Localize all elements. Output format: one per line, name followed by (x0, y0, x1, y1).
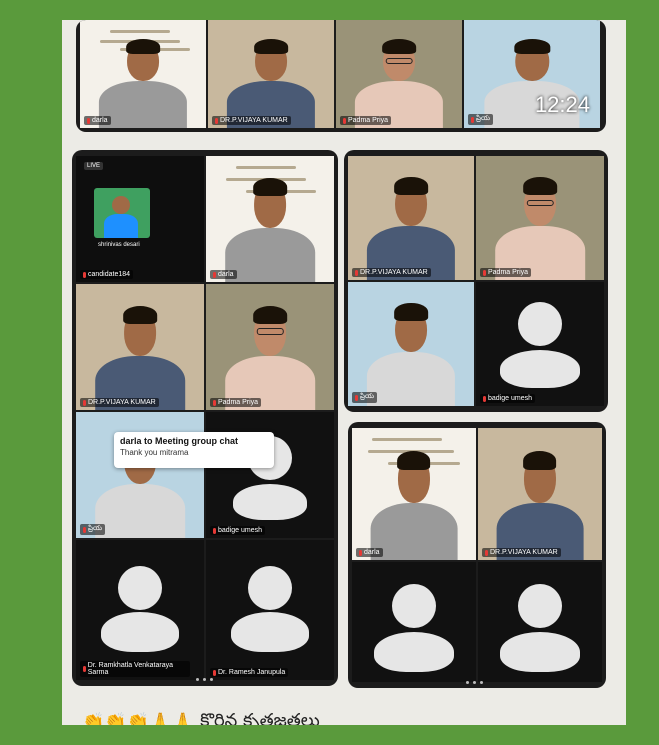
meeting-screen-1: darla DR.P.VIJAYA KUMAR Padma Priya ప్రి… (76, 20, 606, 132)
avatar-placeholder-icon (518, 302, 562, 346)
participant-name: darla (210, 270, 237, 279)
participant-name: DR.P.VIJAYA KUMAR (482, 548, 561, 557)
participant-name: ప్రియ (352, 392, 377, 403)
video-tile-padma-priya[interactable]: Padma Priya (476, 156, 604, 280)
participant-name: ప్రియ (80, 524, 105, 535)
participant-name: badige umesh (210, 526, 265, 535)
page-indicator[interactable] (466, 681, 483, 684)
participant-name: DR.P.VIJAYA KUMAR (80, 398, 159, 407)
video-tile-priya[interactable]: ప్రియ 12:24 (464, 20, 600, 128)
footer-text: కొరిన కృతజ్ఞతలు (200, 710, 320, 725)
video-tile-placeholder[interactable] (478, 562, 602, 682)
meeting-screen-4: darla DR.P.VIJAYA KUMAR (348, 422, 606, 688)
emoji-row: 👏👏👏🙏🙏 (82, 712, 195, 725)
video-tile-ramesh-janupula[interactable]: Dr. Ramesh Janupula (206, 540, 334, 680)
avatar-placeholder-icon (518, 584, 562, 628)
chat-title: darla to Meeting group chat (120, 436, 239, 446)
participant-name: badige umesh (480, 394, 535, 403)
participant-name: Dr. Ramkhatla Venkataraya Sarma (80, 661, 190, 677)
participant-name: ప్రియ (468, 114, 493, 125)
video-tile-darla[interactable]: darla (206, 156, 334, 282)
page-indicator[interactable] (196, 678, 213, 681)
video-tile-vijaya-kumar[interactable]: DR.P.VIJAYA KUMAR (76, 284, 204, 410)
video-tile-darla[interactable]: darla (80, 20, 206, 128)
video-tile-ramkhatla-sarma[interactable]: Dr. Ramkhatla Venkataraya Sarma (76, 540, 204, 680)
chat-notification[interactable]: darla to Meeting group chat Thank you mi… (114, 432, 274, 468)
video-tile-vijaya-kumar[interactable]: DR.P.VIJAYA KUMAR (208, 20, 334, 128)
avatar-placeholder-icon (248, 566, 292, 610)
participant-name: Padma Priya (340, 116, 392, 125)
participant-name: candidate184 (80, 270, 134, 279)
video-tile-candidate184[interactable]: LIVE shrinivas desari candidate184 (76, 156, 204, 282)
video-tile-darla[interactable]: darla (352, 428, 476, 560)
video-tile-vijaya-kumar[interactable]: DR.P.VIJAYA KUMAR (478, 428, 602, 560)
avatar-placeholder-icon (392, 584, 436, 628)
clock-time: 12:24 (534, 92, 590, 117)
participant-name: Padma Priya (210, 398, 262, 407)
video-tile-priya[interactable]: ప్రియ (348, 282, 474, 406)
meeting-screen-3: DR.P.VIJAYA KUMAR Padma Priya ప్రియ badi… (344, 150, 608, 412)
video-tile-vijaya-kumar[interactable]: DR.P.VIJAYA KUMAR (348, 156, 474, 280)
participant-name: Padma Priya (480, 268, 532, 277)
participant-name: Dr. Ramesh Janupula (210, 668, 289, 677)
footer-caption: 👏👏👏🙏🙏 కొరిన కృతజ్ఞతలు (82, 710, 320, 725)
participant-name: darla (356, 548, 383, 557)
participant-name: DR.P.VIJAYA KUMAR (212, 116, 291, 125)
video-tile-priya[interactable]: ప్రియ (76, 412, 204, 538)
screenshot-collage: darla DR.P.VIJAYA KUMAR Padma Priya ప్రి… (62, 20, 626, 725)
chat-message: Thank you mitrama (120, 448, 189, 457)
participant-name: DR.P.VIJAYA KUMAR (352, 268, 431, 277)
participant-name: darla (84, 116, 111, 125)
meeting-screen-2: LIVE shrinivas desari candidate184 darla… (72, 150, 338, 686)
video-tile-padma-priya[interactable]: Padma Priya (206, 284, 334, 410)
self-view-name: shrinivas desari (98, 242, 140, 248)
video-tile-placeholder[interactable] (352, 562, 476, 682)
live-badge: LIVE (84, 162, 104, 170)
video-tile-badige-umesh[interactable]: badige umesh (206, 412, 334, 538)
video-tile-badige-umesh[interactable]: badige umesh (476, 282, 604, 406)
video-tile-padma-priya[interactable]: Padma Priya (336, 20, 462, 128)
avatar-placeholder-icon (118, 566, 162, 610)
